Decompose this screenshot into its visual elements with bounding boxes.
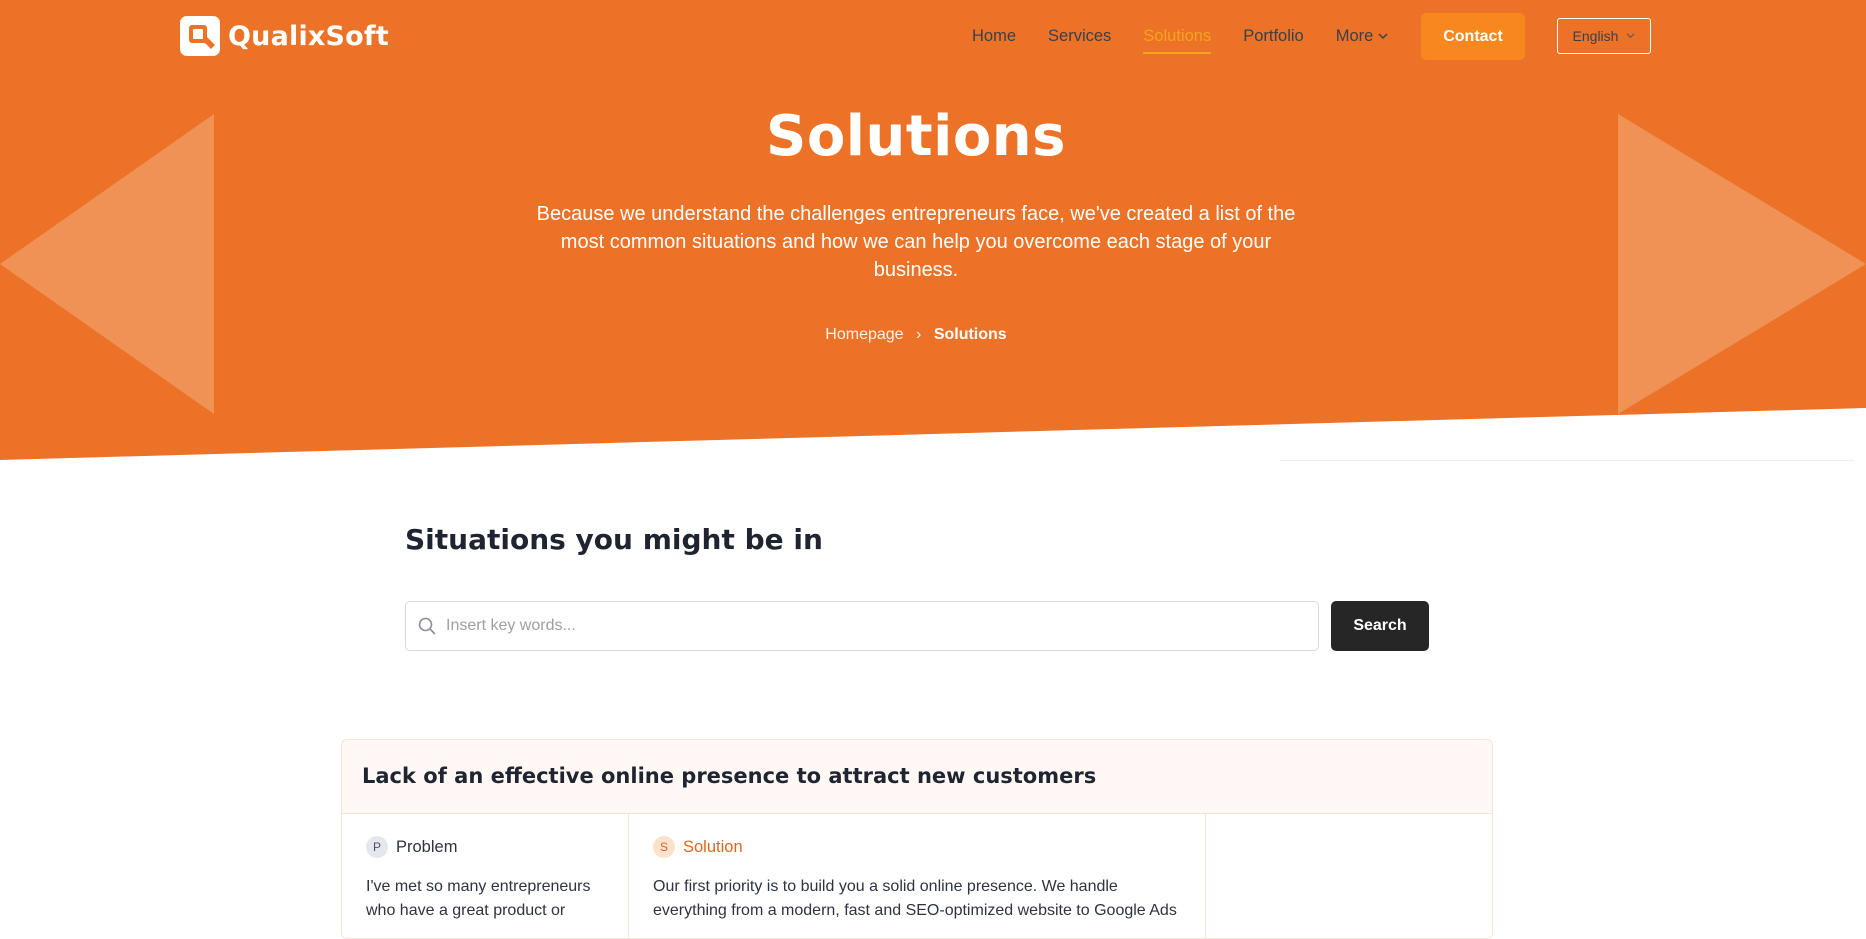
hero-banner: QualixSoft Home Services Solutions Portf… (0, 0, 1866, 460)
breadcrumb-current: Solutions (933, 326, 1007, 343)
card-title: Lack of an effective online presence to … (362, 764, 1097, 788)
search-field[interactable] (405, 601, 1319, 651)
logo-mark-icon (180, 16, 220, 56)
chevron-down-icon (1378, 32, 1388, 39)
nav-solutions[interactable]: Solutions (1143, 18, 1211, 54)
brand-name: QualixSoft (228, 20, 389, 52)
nav-more[interactable]: More (1336, 18, 1389, 54)
page-title: Solutions (765, 104, 1066, 169)
search-icon (418, 617, 436, 635)
breadcrumb-separator: › (916, 326, 922, 343)
problem-label: Problem (396, 837, 458, 856)
situation-card: Lack of an effective online presence to … (341, 739, 1493, 939)
section-divider (1280, 460, 1854, 461)
solution-badge: S (653, 836, 675, 858)
card-body: P Problem I've met so many entrepreneurs… (342, 814, 1492, 938)
search-button[interactable]: Search (1331, 601, 1429, 651)
contact-button[interactable]: Contact (1421, 13, 1525, 60)
language-select[interactable]: English (1557, 18, 1651, 54)
situations-title: Situations you might be in (405, 523, 823, 556)
card-header: Lack of an effective online presence to … (342, 740, 1492, 814)
brand-logo[interactable]: QualixSoft (180, 16, 389, 56)
solution-column: S Solution Our first priority is to buil… (629, 814, 1206, 938)
problem-text: I've met so many entrepreneurs who have … (366, 878, 591, 919)
solution-text: Our first priority is to build you a sol… (653, 878, 1177, 919)
breadcrumb: Homepage › Solutions (0, 326, 1832, 344)
problem-column: P Problem I've met so many entrepreneurs… (342, 814, 629, 938)
solution-label: Solution (683, 837, 743, 856)
solution-heading: S Solution (653, 836, 743, 858)
nav-more-label: More (1335, 27, 1374, 45)
page-subtitle: Because we understand the challenges ent… (536, 203, 1296, 281)
chevron-down-icon (1627, 33, 1635, 39)
search-input[interactable] (444, 616, 1318, 636)
nav-home[interactable]: Home (972, 18, 1016, 54)
nav-services[interactable]: Services (1048, 18, 1111, 54)
breadcrumb-home[interactable]: Homepage (825, 326, 903, 343)
nav-portfolio[interactable]: Portfolio (1243, 18, 1304, 54)
language-label: English (1572, 28, 1619, 44)
main-nav: Home Services Solutions Portfolio More (972, 18, 1388, 54)
problem-heading: P Problem (366, 836, 457, 858)
problem-badge: P (366, 836, 388, 858)
